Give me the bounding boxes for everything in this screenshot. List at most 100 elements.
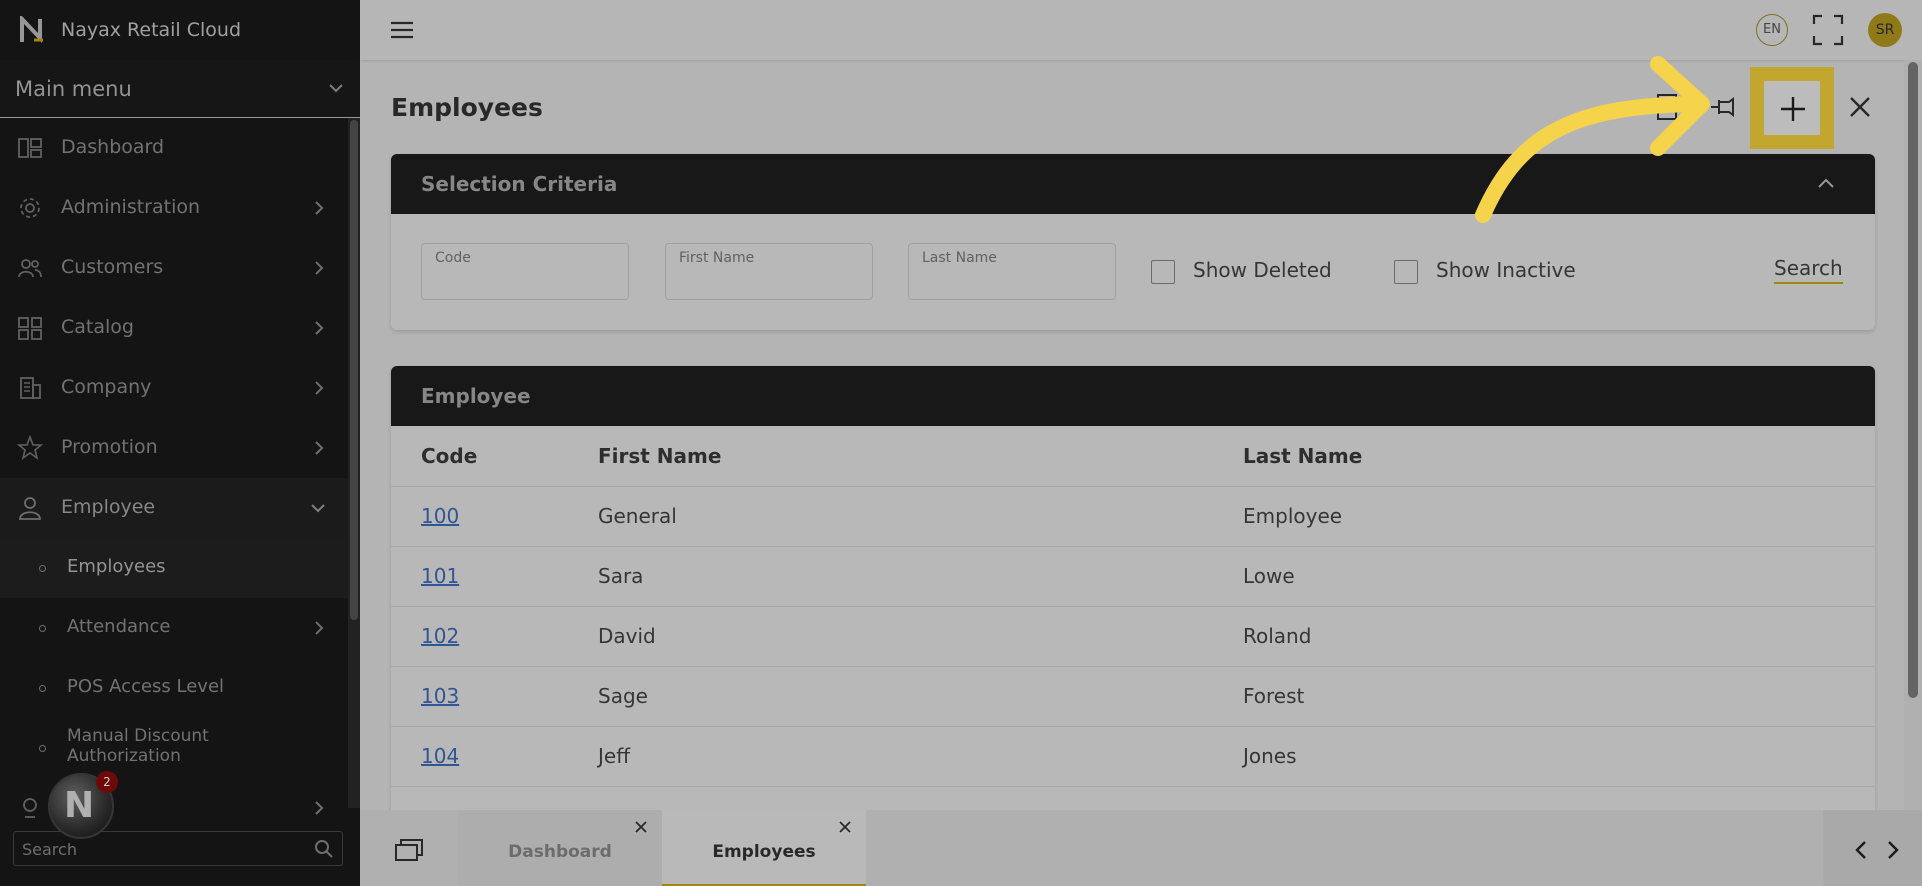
last-name-field-label: Last Name	[922, 250, 997, 266]
employee-last-name: Forest	[1243, 684, 1305, 708]
code-input[interactable]	[434, 272, 614, 292]
employee-table-panel: Employee Code First Name Last Name 100 G…	[391, 366, 1875, 826]
sidebar-item-label: Administration	[61, 196, 201, 218]
search-button[interactable]: Search	[1774, 256, 1843, 284]
chevron-down-icon	[311, 504, 325, 513]
tab-employees[interactable]: Employees	[662, 810, 866, 886]
sidebar-item-promotion[interactable]: Promotion	[0, 418, 348, 478]
page-title: Employees	[391, 93, 543, 122]
sidebar-item-employee[interactable]: Employee	[0, 478, 348, 538]
table-row[interactable]: 101 Sara Lowe	[391, 546, 1875, 606]
code-field-label: Code	[435, 250, 471, 266]
sidebar-item-label: Promotion	[61, 436, 158, 458]
chevron-right-icon	[315, 201, 324, 215]
main-menu-toggle[interactable]: Main menu	[0, 60, 360, 118]
employee-code-link[interactable]: 102	[421, 624, 459, 648]
employee-code-link[interactable]: 103	[421, 684, 459, 708]
chevron-right-icon	[315, 621, 324, 635]
chevron-right-icon[interactable]	[1885, 840, 1901, 860]
badge-icon	[23, 798, 37, 818]
last-name-field[interactable]: Last Name	[908, 243, 1116, 300]
employee-code-link[interactable]: 104	[421, 744, 459, 768]
bottom-tab-bar: Dashboard Employees	[360, 810, 1922, 886]
app-title: Nayax Retail Cloud	[61, 19, 242, 41]
sidebar-subitem-pos-access-level[interactable]: POS Access Level	[0, 658, 348, 718]
tab-dashboard[interactable]: Dashboard	[458, 810, 662, 886]
sidebar-item-label: Customers	[61, 256, 164, 278]
selection-criteria-header[interactable]: Selection Criteria	[391, 154, 1875, 214]
column-header-first-name[interactable]: First Name	[598, 444, 721, 468]
show-inactive-checkbox[interactable]	[1394, 260, 1418, 284]
employee-first-name: Jeff	[598, 744, 630, 768]
table-row[interactable]: 104 Jeff Jones	[391, 726, 1875, 786]
table-row[interactable]: 100 General Employee	[391, 486, 1875, 546]
close-tab-icon[interactable]	[838, 820, 852, 834]
sidebar-item-label: Company	[61, 376, 152, 398]
table-row[interactable]: 103 Sage Forest	[391, 666, 1875, 726]
sidebar-subitem-label: POS Access Level	[67, 676, 225, 697]
sidebar-search-input[interactable]	[22, 838, 302, 860]
sidebar-subitem-manual-discount-authorization[interactable]: Manual Discount Authorization	[0, 718, 348, 778]
brand-header: Nayax Retail Cloud	[0, 0, 360, 60]
language-selector[interactable]: EN	[1756, 14, 1788, 46]
sidebar-item-label: Employee	[61, 496, 156, 518]
notification-badge: 2	[96, 771, 118, 793]
close-icon[interactable]	[1843, 90, 1877, 124]
last-name-input[interactable]	[921, 272, 1101, 292]
fullscreen-icon[interactable]	[1812, 14, 1844, 46]
show-inactive-label: Show Inactive	[1436, 258, 1576, 282]
gear-icon	[20, 198, 40, 218]
chevron-left-icon[interactable]	[1853, 840, 1869, 860]
employee-last-name: Jones	[1243, 744, 1297, 768]
employee-code-link[interactable]: 100	[421, 504, 459, 528]
close-tab-icon[interactable]	[634, 820, 648, 834]
user-avatar[interactable]: SR	[1868, 13, 1902, 47]
sidebar-item-catalog[interactable]: Catalog	[0, 298, 348, 358]
dashboard-icon	[18, 138, 42, 158]
sidebar-item-administration[interactable]: Administration	[0, 178, 348, 238]
tab-label: Employees	[712, 842, 816, 862]
sidebar-item-dashboard[interactable]: Dashboard	[0, 118, 348, 178]
chevron-up-icon[interactable]	[1817, 176, 1835, 192]
nayax-logo-icon	[20, 16, 43, 44]
sidebar-item-label: Catalog	[61, 316, 134, 338]
sidebar-item-company[interactable]: Company	[0, 358, 348, 418]
selection-criteria-title: Selection Criteria	[421, 172, 618, 196]
employee-last-name: Employee	[1243, 504, 1343, 528]
add-button[interactable]	[1762, 79, 1822, 137]
hamburger-menu-icon[interactable]	[390, 20, 414, 40]
employee-table-header: Employee	[391, 366, 1875, 426]
chevron-right-icon	[315, 801, 324, 815]
first-name-field[interactable]: First Name	[665, 243, 873, 300]
employee-first-name: General	[598, 504, 677, 528]
grid-icon	[18, 317, 42, 340]
sidebar-subitem-attendance[interactable]: Attendance	[0, 598, 348, 658]
chevron-right-icon	[315, 261, 324, 275]
employee-table-title: Employee	[421, 384, 531, 408]
column-header-code[interactable]: Code	[421, 444, 477, 468]
chevron-right-icon	[315, 381, 324, 395]
users-icon	[18, 259, 42, 278]
column-header-last-name[interactable]: Last Name	[1243, 444, 1362, 468]
first-name-input[interactable]	[678, 272, 858, 292]
employee-first-name: Sara	[598, 564, 644, 588]
add-button-highlight	[1750, 67, 1834, 149]
document-icon[interactable]	[1650, 90, 1684, 124]
assistant-avatar[interactable]: N 2	[48, 771, 118, 839]
sidebar-item-label: Dashboard	[61, 136, 165, 158]
employee-code-link[interactable]: 101	[421, 564, 459, 588]
code-field[interactable]: Code	[421, 243, 629, 300]
building-icon	[20, 377, 41, 399]
main-scrollbar-thumb[interactable]	[1908, 62, 1918, 698]
show-deleted-checkbox[interactable]	[1151, 260, 1175, 284]
sidebar-scrollbar[interactable]	[348, 118, 360, 808]
sidebar-scrollbar-thumb[interactable]	[350, 120, 358, 620]
pin-icon[interactable]	[1708, 90, 1742, 124]
sidebar-item-customers[interactable]: Customers	[0, 238, 348, 298]
search-icon[interactable]	[314, 839, 334, 859]
windows-icon[interactable]	[394, 838, 424, 862]
main-scrollbar[interactable]	[1904, 60, 1922, 810]
table-row[interactable]: 102 David Roland	[391, 606, 1875, 666]
top-bar: EN SR	[360, 0, 1922, 60]
sidebar-subitem-employees[interactable]: Employees	[0, 538, 348, 598]
